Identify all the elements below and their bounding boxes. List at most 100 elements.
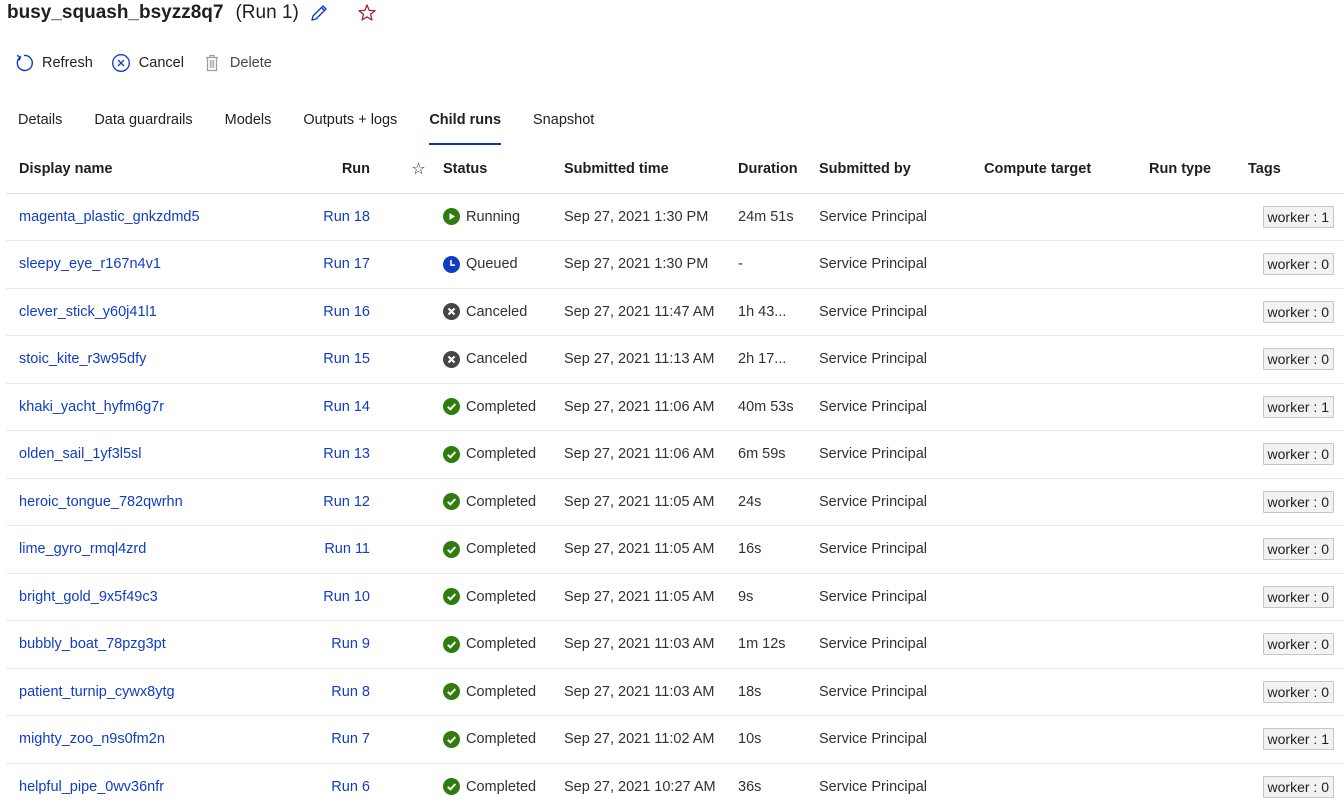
display-name-link[interactable]: khaki_yacht_hyfm6g7r: [19, 399, 164, 415]
status-badge: Completed: [443, 778, 564, 796]
star-outline-icon[interactable]: [357, 3, 377, 23]
run-link[interactable]: Run 17: [323, 256, 370, 272]
tag-chip: worker : 1: [1262, 395, 1334, 418]
compute-target: [984, 668, 1149, 716]
display-name-link[interactable]: magenta_plastic_gnkzdmd5: [19, 209, 200, 225]
submitted-time: Sep 27, 2021 11:06 AM: [564, 430, 738, 479]
tab-models[interactable]: Models: [225, 108, 272, 146]
table-row[interactable]: bubbly_boat_78pzg3pt Run 9 Completed Sep 27…: [6, 620, 1344, 669]
refresh-button[interactable]: Refresh: [14, 53, 93, 73]
column-header-submitted-by[interactable]: Submitted by: [819, 146, 984, 194]
submitted-by: Service Principal: [819, 763, 984, 803]
favorite-cell[interactable]: [376, 668, 443, 716]
column-header-tags[interactable]: Tags: [1248, 146, 1344, 194]
display-name-link[interactable]: patient_turnip_cywx8ytg: [19, 684, 175, 700]
tab-data-guardrails[interactable]: Data guardrails: [94, 108, 192, 146]
favorite-cell[interactable]: [376, 335, 443, 384]
table-row[interactable]: heroic_tongue_782qwrhn Run 12 Completed Sep…: [6, 478, 1344, 526]
table-row[interactable]: patient_turnip_cywx8ytg Run 8 Completed Sep…: [6, 668, 1344, 716]
delete-button[interactable]: Delete: [202, 53, 272, 73]
display-name-link[interactable]: helpful_pipe_0wv36nfr: [19, 779, 164, 795]
run-link[interactable]: Run 11: [324, 541, 370, 557]
favorite-cell[interactable]: [376, 478, 443, 526]
table-row[interactable]: sleepy_eye_r167n4v1 Run 17 Queued Sep 27, 2…: [6, 240, 1344, 289]
table-row[interactable]: clever_stick_y60j41l1 Run 16 Canceled Sep 2…: [6, 288, 1344, 336]
run-link[interactable]: Run 13: [323, 446, 370, 462]
tag-chip: worker : 0: [1262, 300, 1334, 323]
submitted-time: Sep 27, 2021 11:05 AM: [564, 478, 738, 526]
display-name-link[interactable]: heroic_tongue_782qwrhn: [19, 494, 183, 510]
cancel-button[interactable]: Cancel: [111, 53, 184, 73]
table-row[interactable]: olden_sail_1yf3l5sl Run 13 Completed Sep 27…: [6, 430, 1344, 479]
submitted-by: Service Principal: [819, 525, 984, 574]
column-header-display-name[interactable]: Display name: [6, 146, 286, 194]
favorite-cell[interactable]: [376, 288, 443, 336]
run-type: [1149, 335, 1248, 384]
display-name-link[interactable]: lime_gyro_rmql4zrd: [19, 541, 146, 557]
column-header-run[interactable]: Run: [286, 146, 376, 194]
submitted-time: Sep 27, 2021 11:03 AM: [564, 620, 738, 669]
display-name-link[interactable]: mighty_zoo_n9s0fm2n: [19, 731, 165, 747]
completed-check-icon: [443, 493, 460, 511]
display-name-link[interactable]: sleepy_eye_r167n4v1: [19, 256, 161, 272]
tab-details[interactable]: Details: [18, 108, 62, 146]
duration: 1m 12s: [738, 620, 819, 669]
column-header-submitted-time[interactable]: Submitted time: [564, 146, 738, 194]
tab-child-runs[interactable]: Child runs: [429, 108, 501, 146]
run-link[interactable]: Run 8: [331, 684, 370, 700]
run-link[interactable]: Run 18: [323, 209, 370, 225]
submitted-time: Sep 27, 2021 11:05 AM: [564, 525, 738, 574]
submitted-time: Sep 27, 2021 11:47 AM: [564, 288, 738, 336]
favorite-cell[interactable]: [376, 525, 443, 574]
favorite-cell[interactable]: [376, 240, 443, 289]
table-row[interactable]: stoic_kite_r3w95dfy Run 15 Canceled Sep 27,…: [6, 335, 1344, 384]
display-name-link[interactable]: bright_gold_9x5f49c3: [19, 589, 158, 605]
submitted-time: Sep 27, 2021 11:06 AM: [564, 383, 738, 431]
favorite-cell[interactable]: [376, 715, 443, 764]
status-text: Completed: [466, 588, 537, 605]
tab-outputs-logs[interactable]: Outputs + logs: [303, 108, 397, 146]
display-name-link[interactable]: stoic_kite_r3w95dfy: [19, 351, 146, 367]
table-row[interactable]: khaki_yacht_hyfm6g7r Run 14 Completed Sep 2…: [6, 383, 1344, 431]
favorite-cell[interactable]: [376, 193, 443, 241]
run-link[interactable]: Run 9: [331, 636, 370, 652]
display-name-link[interactable]: olden_sail_1yf3l5sl: [19, 446, 142, 462]
favorite-cell[interactable]: [376, 763, 443, 803]
column-header-status[interactable]: Status: [443, 146, 564, 194]
favorite-cell[interactable]: [376, 620, 443, 669]
tag-chip: worker : 0: [1262, 585, 1334, 608]
column-header-favorite-star-icon[interactable]: ☆: [376, 146, 443, 194]
display-name-link[interactable]: bubbly_boat_78pzg3pt: [19, 636, 166, 652]
column-header-run-type[interactable]: Run type: [1149, 146, 1248, 194]
status-badge: Completed: [443, 540, 564, 558]
table-row[interactable]: mighty_zoo_n9s0fm2n Run 7 Completed Sep 27,…: [6, 715, 1344, 764]
favorite-cell[interactable]: [376, 573, 443, 621]
run-link[interactable]: Run 16: [323, 304, 370, 320]
status-badge: Completed: [443, 683, 564, 701]
table-row[interactable]: magenta_plastic_gnkzdmd5 Run 18 Running Sep…: [6, 193, 1344, 241]
run-link[interactable]: Run 10: [323, 589, 370, 605]
pencil-icon[interactable]: [309, 3, 329, 23]
favorite-cell[interactable]: [376, 430, 443, 479]
submitted-time: Sep 27, 2021 11:02 AM: [564, 715, 738, 764]
compute-target: [984, 573, 1149, 621]
tag-chip: worker : 0: [1262, 348, 1334, 371]
tab-snapshot[interactable]: Snapshot: [533, 108, 594, 146]
duration: 6m 59s: [738, 430, 819, 479]
column-header-duration[interactable]: Duration: [738, 146, 819, 194]
run-link[interactable]: Run 14: [323, 399, 370, 415]
display-name-link[interactable]: clever_stick_y60j41l1: [19, 304, 157, 320]
table-row[interactable]: lime_gyro_rmql4zrd Run 11 Completed Sep 27,…: [6, 525, 1344, 574]
table-row[interactable]: bright_gold_9x5f49c3 Run 10 Completed Sep 2…: [6, 573, 1344, 621]
run-link[interactable]: Run 12: [323, 494, 370, 510]
completed-check-icon: [443, 730, 460, 748]
status-text: Canceled: [466, 303, 528, 320]
favorite-cell[interactable]: [376, 383, 443, 431]
table-row[interactable]: helpful_pipe_0wv36nfr Run 6 Completed Sep 2…: [6, 763, 1344, 803]
column-header-compute-target[interactable]: Compute target: [984, 146, 1149, 194]
run-link[interactable]: Run 15: [323, 351, 370, 367]
completed-check-icon: [443, 683, 460, 701]
run-link[interactable]: Run 6: [331, 779, 370, 795]
run-link[interactable]: Run 7: [331, 731, 370, 747]
run-type: [1149, 288, 1248, 336]
